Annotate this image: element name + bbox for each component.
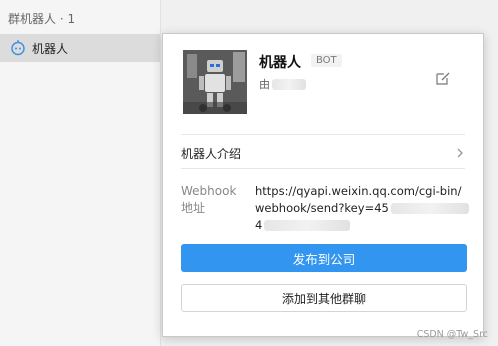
redacted-key xyxy=(264,220,351,231)
robot-detail-card: 机器人 BOT 由 机器人介绍 Webhook 地址 https://qyapi… xyxy=(162,33,484,337)
sidebar-item-label: 机器人 xyxy=(32,41,69,56)
robot-avatar xyxy=(183,50,247,114)
publish-to-company-button[interactable]: 发布到公司 xyxy=(181,244,467,272)
webhook-url[interactable]: https://qyapi.weixin.qq.com/cgi-bin/ web… xyxy=(255,183,469,234)
webhook-url-line1: https://qyapi.weixin.qq.com/cgi-bin/ xyxy=(255,184,462,198)
robot-intro-label: 机器人介绍 xyxy=(181,146,242,161)
robot-icon xyxy=(10,40,26,56)
group-header: 群机器人 · 1 xyxy=(8,12,76,26)
robot-intro-row[interactable]: 机器人介绍 xyxy=(181,140,465,166)
creator-line: 由 xyxy=(259,76,306,92)
webhook-url-line3: 4 xyxy=(255,218,263,232)
chevron-right-icon xyxy=(455,144,465,163)
sidebar: 群机器人 · 1 机器人 xyxy=(0,0,161,346)
edit-icon[interactable] xyxy=(435,70,451,86)
bot-badge: BOT xyxy=(311,54,342,67)
watermark: CSDN @Tw_Src xyxy=(416,329,488,340)
creator-prefix: 由 xyxy=(259,78,270,91)
webhook-url-line2: webhook/send?key=45 xyxy=(255,201,389,215)
add-to-other-group-button[interactable]: 添加到其他群聊 xyxy=(181,284,467,312)
redacted-creator xyxy=(272,78,306,90)
sidebar-item-robot[interactable]: 机器人 xyxy=(0,34,160,62)
divider xyxy=(181,168,465,169)
divider xyxy=(181,134,465,135)
robot-name: 机器人 xyxy=(259,55,301,71)
redacted-key xyxy=(390,203,469,214)
webhook-label: Webhook 地址 xyxy=(181,184,237,215)
